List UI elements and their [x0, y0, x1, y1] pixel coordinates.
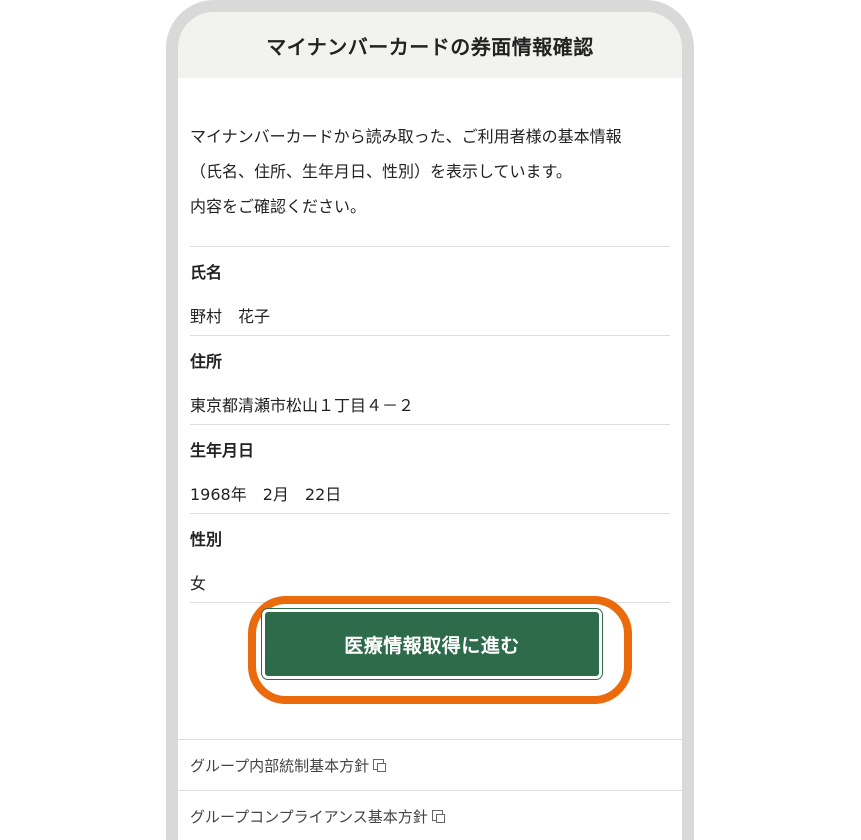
intro-text: マイナンバーカードから読み取った、ご利用者様の基本情報 （氏名、住所、生年月日、…	[190, 78, 670, 247]
field-name-value: 野村 花子	[190, 307, 271, 326]
field-name: 氏名 野村 花子	[190, 247, 670, 336]
footer-links: グループ内部統制基本方針 グループコンプライアンス基本方針	[178, 739, 682, 840]
main-content: マイナンバーカードから読み取った、ご利用者様の基本情報 （氏名、住所、生年月日、…	[178, 78, 682, 739]
intro-line-3: 内容をご確認ください。	[190, 197, 367, 216]
external-link-icon	[431, 809, 445, 823]
phone-frame: マイナンバーカードの券面情報確認 マイナンバーカードから読み取った、ご利用者様の…	[166, 0, 694, 840]
field-address: 住所 東京都清瀬市松山１丁目４－２	[190, 336, 670, 425]
link-internal-control-policy[interactable]: グループ内部統制基本方針	[178, 740, 682, 791]
link-compliance-policy-label: グループコンプライアンス基本方針	[190, 807, 428, 826]
field-gender-value: 女	[190, 574, 207, 593]
page-title: マイナンバーカードの券面情報確認	[266, 34, 594, 59]
page-header: マイナンバーカードの券面情報確認	[178, 12, 682, 78]
field-birthdate: 生年月日 1968年 2月 22日	[190, 425, 670, 514]
field-address-label: 住所	[190, 352, 223, 371]
intro-line-2: （氏名、住所、生年月日、性別）を表示しています。	[190, 162, 572, 181]
external-link-icon	[373, 758, 387, 772]
field-address-value: 東京都清瀬市松山１丁目４－２	[190, 396, 415, 415]
field-birthdate-value: 1968年 2月 22日	[190, 485, 342, 504]
intro-line-1: マイナンバーカードから読み取った、ご利用者様の基本情報	[190, 127, 622, 146]
link-internal-control-policy-label: グループ内部統制基本方針	[190, 756, 370, 775]
field-gender: 性別 女	[190, 514, 670, 603]
field-gender-label: 性別	[190, 530, 223, 549]
field-name-label: 氏名	[190, 263, 223, 282]
field-birthdate-label: 生年月日	[190, 441, 255, 460]
cta-area: 医療情報取得に進む	[190, 596, 670, 739]
proceed-to-medical-info-button[interactable]: 医療情報取得に進む	[262, 609, 602, 679]
